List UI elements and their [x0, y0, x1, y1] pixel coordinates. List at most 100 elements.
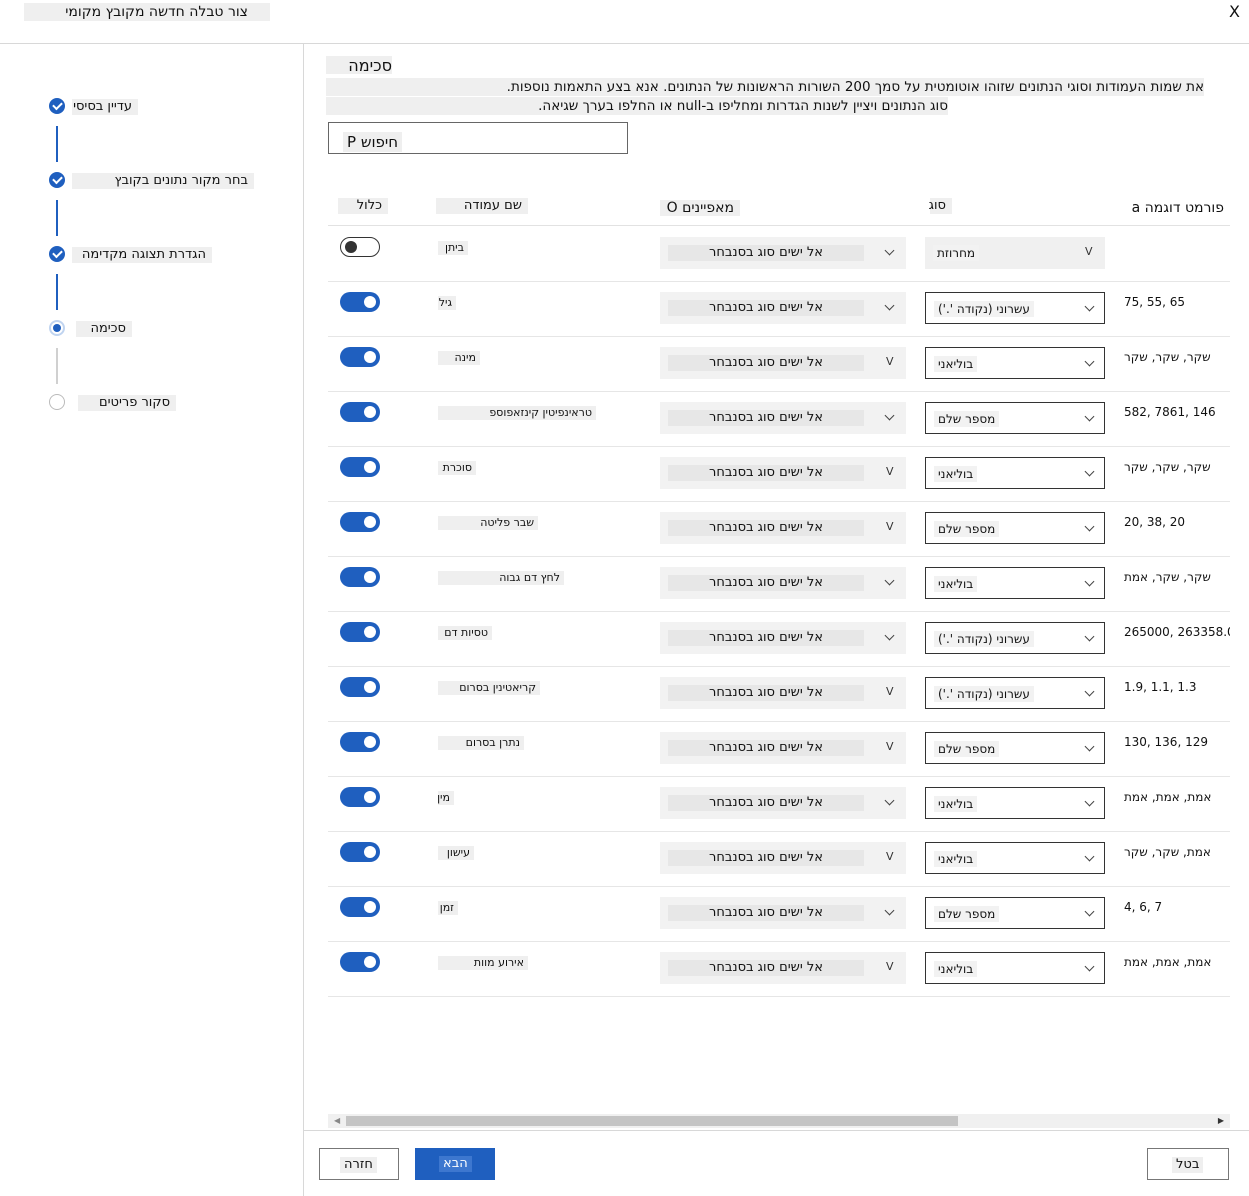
next-button-label: הבא [439, 1156, 472, 1172]
header-column-name: שם עמודה [436, 198, 528, 214]
title-bar: צור טבלה חדשה מקובץ מקומי X [0, 0, 1249, 44]
type-dropdown[interactable]: מספר שלם [925, 732, 1105, 764]
include-toggle[interactable] [340, 237, 380, 257]
format-dropdown-label: אל ישים סוג בסנבחר [668, 410, 864, 426]
type-dropdown[interactable]: מספר שלם [925, 512, 1105, 544]
format-dropdown-label: אל ישים סוג בסנבחר [668, 630, 864, 646]
back-button[interactable]: חזרה [319, 1148, 399, 1180]
format-dropdown[interactable]: אל ישים סוג בסנבחר [660, 787, 906, 819]
include-toggle[interactable] [340, 292, 380, 312]
type-dropdown[interactable]: עשרוני (נקודה '.') [925, 292, 1105, 324]
format-dropdown[interactable]: אל ישים סוג בסנבחר [660, 897, 906, 929]
column-name-label: טסיות דם [438, 626, 492, 640]
type-dropdown[interactable]: בוליאני [925, 567, 1105, 599]
format-dropdown[interactable]: אל ישים סוג בסנבחר [660, 622, 906, 654]
chevron-down-icon [1084, 521, 1095, 532]
include-toggle[interactable] [340, 457, 380, 477]
include-toggle[interactable] [340, 842, 380, 862]
include-toggle[interactable] [340, 567, 380, 587]
chevron-down-icon [1084, 741, 1095, 752]
format-dropdown[interactable]: אל ישים סוג בסנבחר [660, 292, 906, 324]
column-name-label: זמן [438, 901, 458, 915]
horizontal-scrollbar[interactable]: ◀ ▶ [328, 1114, 1230, 1128]
include-toggle[interactable] [340, 347, 380, 367]
next-button[interactable]: הבא [415, 1148, 495, 1180]
type-dropdown-label: בוליאני [934, 961, 978, 977]
column-name-label: עישון [438, 846, 474, 860]
format-dropdown[interactable]: אל ישים סוג בסנבחר V [660, 512, 906, 544]
step-label: הגדרת תצוגה מקדימה [72, 247, 212, 263]
step-label: סקור פריטים [78, 395, 176, 411]
step-todo-icon [49, 394, 65, 410]
close-icon[interactable]: X [1229, 2, 1240, 21]
sample-values: אמת, אמת, אמת [1124, 955, 1212, 969]
type-dropdown[interactable]: בוליאני [925, 842, 1105, 874]
format-dropdown[interactable]: אל ישים סוג בסנבחר [660, 567, 906, 599]
type-dropdown-label: בוליאני [934, 796, 978, 812]
column-name-label: קריאטינין בסרום [438, 681, 540, 695]
column-name-label: שבר פליטה [438, 516, 538, 530]
include-toggle[interactable] [340, 732, 380, 752]
step-done-icon [49, 246, 65, 262]
chevron-down-icon [1084, 466, 1095, 477]
include-toggle[interactable] [340, 512, 380, 532]
type-dropdown[interactable]: בוליאני [925, 347, 1105, 379]
chevron-down-icon [1084, 301, 1095, 312]
header-properties[interactable]: מאפיינים O [660, 200, 740, 216]
chevron-down-icon [1084, 411, 1095, 422]
format-dropdown[interactable]: אל ישים סוג בסנבחר [660, 237, 906, 269]
row-divider [328, 281, 1230, 282]
format-dropdown[interactable]: אל ישים סוג בסנבחר [660, 402, 906, 434]
cancel-button[interactable]: בטל [1147, 1148, 1229, 1180]
type-dropdown-label: בוליאני [934, 851, 978, 867]
column-name-label: מינה [438, 351, 480, 365]
type-dropdown[interactable]: מספר שלם [925, 402, 1105, 434]
format-dropdown[interactable]: אל ישים סוג בסנבחר V [660, 732, 906, 764]
format-dropdown[interactable]: אל ישים סוג בסנבחר V [660, 347, 906, 379]
type-dropdown[interactable]: בוליאני [925, 457, 1105, 489]
format-dropdown[interactable]: אל ישים סוג בסנבחר V [660, 952, 906, 984]
chevron-down-icon: V [886, 960, 894, 973]
type-dropdown[interactable]: מחרוזת V [925, 237, 1105, 269]
row-divider [328, 446, 1230, 447]
include-toggle[interactable] [340, 897, 380, 917]
scroll-left-icon[interactable]: ◀ [334, 1116, 340, 1125]
include-toggle[interactable] [340, 402, 380, 422]
format-dropdown[interactable]: אל ישים סוג בסנבחר V [660, 457, 906, 489]
type-dropdown[interactable]: עשרוני (נקודה '.') [925, 622, 1105, 654]
type-dropdown-label: מספר שלם [934, 521, 1000, 537]
include-toggle[interactable] [340, 952, 380, 972]
step-label: עדיין בסיסי [72, 99, 138, 115]
format-dropdown-label: אל ישים סוג בסנבחר [668, 795, 864, 811]
sample-values: 4, 6, 7 [1124, 900, 1163, 914]
header-type: סוג [929, 198, 952, 214]
chevron-down-icon [884, 245, 895, 256]
chevron-down-icon [884, 795, 895, 806]
search-input[interactable]: חיפוש P [328, 122, 628, 154]
type-dropdown[interactable]: מספר שלם [925, 897, 1105, 929]
step-current-icon [49, 320, 65, 336]
type-dropdown[interactable]: עשרוני (נקודה '.') [925, 677, 1105, 709]
include-toggle[interactable] [340, 787, 380, 807]
sample-values [1124, 239, 1230, 255]
row-divider [328, 611, 1230, 612]
type-dropdown[interactable]: בוליאני [925, 952, 1105, 984]
header-divider [328, 225, 1230, 226]
step-done-icon [49, 172, 65, 188]
back-button-label: חזרה [340, 1157, 377, 1173]
include-toggle[interactable] [340, 622, 380, 642]
window-title: צור טבלה חדשה מקובץ מקומי [24, 3, 270, 21]
format-dropdown[interactable]: אל ישים סוג בסנבחר V [660, 842, 906, 874]
sample-values: 265000, 263358.0 [1124, 625, 1230, 639]
type-dropdown-label: מספר שלם [934, 411, 1000, 427]
format-dropdown[interactable]: אל ישים סוג בסנבחר V [660, 677, 906, 709]
include-toggle[interactable] [340, 677, 380, 697]
scrollbar-thumb[interactable] [346, 1116, 958, 1126]
footer-divider [304, 1130, 1249, 1131]
sample-values: שקר, שקר, שקר [1124, 350, 1211, 364]
format-dropdown-label: אל ישים סוג בסנבחר [668, 575, 864, 591]
type-dropdown-label: בוליאני [934, 356, 978, 372]
type-dropdown-label: עשרוני (נקודה '.') [934, 686, 1034, 702]
type-dropdown[interactable]: בוליאני [925, 787, 1105, 819]
scroll-right-icon[interactable]: ▶ [1218, 1116, 1224, 1125]
